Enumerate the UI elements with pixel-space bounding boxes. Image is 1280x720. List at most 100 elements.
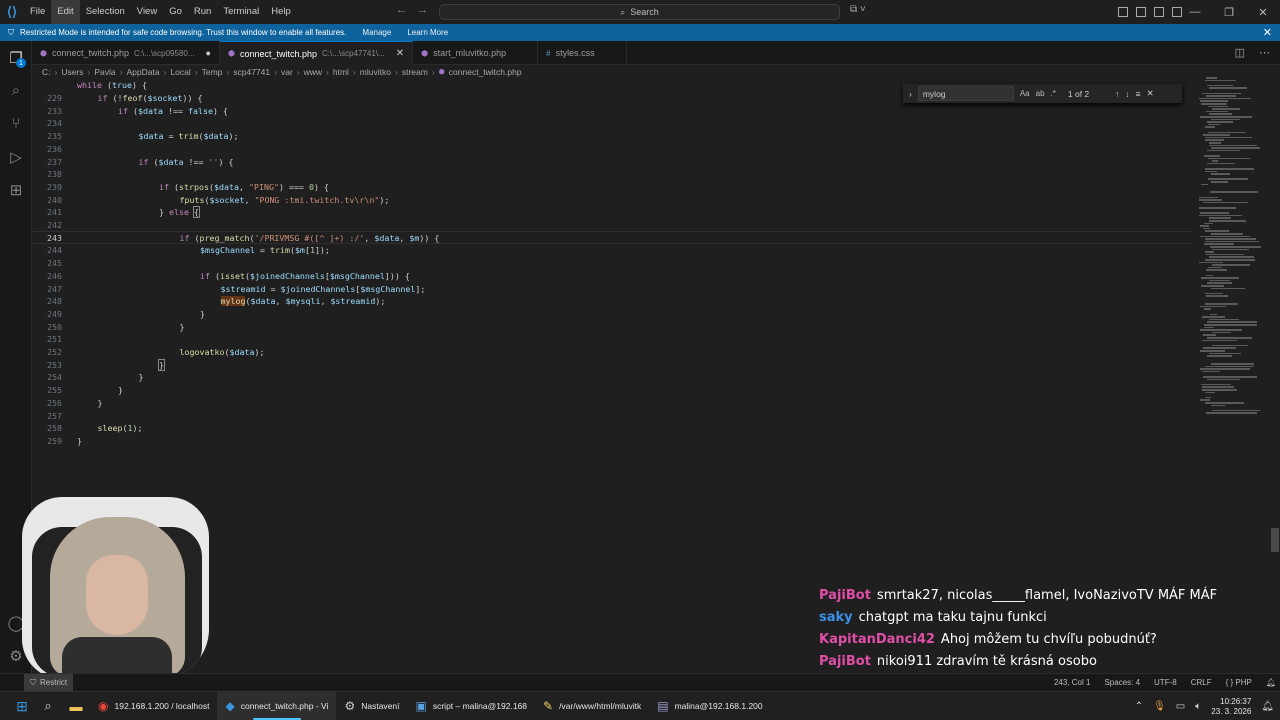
maximize-icon[interactable]: ❐ [1212, 0, 1246, 24]
code-editor[interactable]: while (true) {229 if (!feof($socket)) {23… [32, 79, 1192, 499]
search-view-icon[interactable]: ⌕ [0, 74, 32, 107]
taskbar-search-icon[interactable]: ⌕ [34, 692, 62, 720]
breadcrumb-item[interactable]: Local [170, 67, 190, 77]
split-editor-icon[interactable]: ◫ [1235, 46, 1245, 59]
code-line[interactable]: 244 $msgChannel = trim($m[1]); [32, 244, 1192, 257]
code-line[interactable]: 249} [32, 308, 1192, 321]
previous-match-icon[interactable]: ↑ [1115, 89, 1119, 99]
copilot-icon[interactable]: ⧉ ˅ [850, 4, 880, 20]
regex-toggle[interactable]: .* [1051, 89, 1056, 98]
toggle-sidebar-icon[interactable] [1136, 7, 1146, 17]
menu-edit[interactable]: Edit [51, 0, 80, 24]
breadcrumb-item[interactable]: Temp [202, 67, 223, 77]
breadcrumb-item[interactable]: AppData [127, 67, 160, 77]
minimap[interactable] [1195, 77, 1270, 422]
menu-file[interactable]: File [24, 0, 51, 24]
file-explorer-icon[interactable]: ▬ [62, 692, 90, 720]
code-line[interactable]: 246 if (isset($joinedChannels[$msgChannel… [32, 270, 1192, 283]
toggle-panel-icon[interactable] [1154, 7, 1164, 17]
match-case-toggle[interactable]: Aa [1020, 89, 1030, 98]
code-line[interactable]: 241} else { [32, 206, 1192, 219]
indentation[interactable]: Spaces: 4 [1104, 678, 1140, 687]
code-line[interactable]: 251 [32, 333, 1192, 346]
taskbar-app[interactable]: ⚙ Nastavení [336, 692, 407, 720]
explorer-icon[interactable]: ❐ 1 [0, 41, 32, 74]
forward-arrow-icon[interactable]: → [417, 4, 428, 16]
tray-chevron-icon[interactable]: ⌃ [1135, 701, 1143, 712]
code-line[interactable]: 255} [32, 384, 1192, 397]
code-line[interactable]: 248 mylog($data, $mysqli, $streamid); [32, 295, 1192, 308]
cursor-position[interactable]: 243, Col 1 [1054, 678, 1090, 687]
volume-icon[interactable]: 🔈︎ [1195, 701, 1201, 712]
run-debug-icon[interactable]: ▷ [0, 140, 32, 173]
code-line[interactable]: 256} [32, 397, 1192, 410]
code-line[interactable]: 259} [32, 435, 1192, 448]
menu-help[interactable]: Help [265, 0, 297, 24]
breadcrumb-item[interactable]: mluvitko [360, 67, 391, 77]
notifications-bell-icon[interactable]: 🔔︎ [1266, 678, 1276, 687]
code-line[interactable]: 253} [32, 358, 1192, 371]
extensions-icon[interactable]: ⊞ [0, 173, 32, 206]
breadcrumb-item[interactable]: scp47741 [233, 67, 270, 77]
taskbar-app[interactable]: ◉ 192.168.1.200 / localhost [90, 692, 217, 720]
breadcrumb-item[interactable]: html [333, 67, 349, 77]
source-control-icon[interactable]: ⑂ [0, 107, 32, 140]
taskbar-app[interactable]: ▤ malina@192.168.1.200 [649, 692, 770, 720]
find-in-selection-icon[interactable]: ≡ [1136, 89, 1141, 99]
code-line[interactable]: 247 $streamid = $joinedChannels[$msgChann… [32, 282, 1192, 295]
more-actions-icon[interactable]: ⋯ [1259, 46, 1270, 59]
code-line[interactable]: 252 logovatko($data); [32, 346, 1192, 359]
breadcrumb-item[interactable]: C: [42, 67, 51, 77]
code-line[interactable]: 234 [32, 117, 1192, 130]
encoding[interactable]: UTF-8 [1154, 678, 1177, 687]
code-line[interactable]: 238 [32, 168, 1192, 181]
code-line[interactable]: 235 $data = trim($data); [32, 130, 1192, 143]
code-line[interactable]: 236 [32, 143, 1192, 156]
close-window-icon[interactable]: ✕ [1246, 0, 1280, 24]
vertical-scrollbar[interactable] [1271, 528, 1279, 552]
customize-layout-icon[interactable] [1118, 7, 1128, 17]
learn-more-link[interactable]: Learn More [407, 28, 448, 37]
status-restricted-mode[interactable]: ⛉ Restrict [24, 674, 74, 691]
close-tab-icon[interactable]: ✕ [396, 48, 404, 59]
code-line[interactable]: 233 if ($data !== false) { [32, 104, 1192, 117]
tab-connect-twitch-1[interactable]: ⬢ connect_twitch.php C:\...\scp09580... … [32, 41, 220, 65]
taskbar-app[interactable]: ✎ /var/www/html/mluvitk [535, 692, 649, 720]
tab-styles-css[interactable]: # styles.css [538, 41, 627, 65]
breadcrumb-item[interactable]: stream [402, 67, 428, 77]
code-line[interactable]: 257 [32, 409, 1192, 422]
close-banner-icon[interactable]: ✕ [1263, 26, 1272, 39]
menu-go[interactable]: Go [163, 0, 188, 24]
taskbar-app[interactable]: ▣ script – malina@192.168 [408, 692, 536, 720]
code-line[interactable]: 245 [32, 257, 1192, 270]
code-line[interactable]: 250} [32, 320, 1192, 333]
tab-start-mluvitko[interactable]: ⬢ start_mluvitko.php [413, 41, 539, 65]
menu-view[interactable]: View [131, 0, 163, 24]
taskbar-app[interactable]: ◆ connect_twitch.php - Vi [217, 691, 337, 720]
breadcrumb-item[interactable]: Users [61, 67, 83, 77]
code-line[interactable]: 258 sleep(1); [32, 422, 1192, 435]
back-arrow-icon[interactable]: ← [396, 4, 407, 16]
code-line[interactable]: 240 fputs($socket, "PONG :tmi.twitch.tv\r… [32, 193, 1192, 206]
menu-terminal[interactable]: Terminal [217, 0, 265, 24]
breadcrumb-item[interactable]: var [281, 67, 293, 77]
menu-run[interactable]: Run [188, 0, 217, 24]
menu-selection[interactable]: Selection [80, 0, 131, 24]
manage-link[interactable]: Manage [362, 28, 391, 37]
next-match-icon[interactable]: ↓ [1125, 89, 1129, 99]
match-word-toggle[interactable]: ab [1036, 89, 1045, 98]
minimize-icon[interactable]: — [1178, 0, 1212, 24]
clock[interactable]: 10:26:37 23. 3. 2026 [1211, 697, 1251, 717]
unsaved-dot-icon[interactable]: ● [206, 48, 211, 58]
code-line[interactable]: 239 if (strpos($data, "PING") === 0) { [32, 181, 1192, 194]
breadcrumb-item[interactable]: Pavla [94, 67, 115, 77]
microphone-icon[interactable]: 🎙︎ [1153, 701, 1166, 712]
find-input[interactable]: mylog [917, 86, 1014, 101]
breadcrumb-item[interactable]: www [304, 67, 322, 77]
breadcrumb-item[interactable]: connect_twitch.php [449, 67, 522, 77]
end-of-line[interactable]: CRLF [1191, 678, 1212, 687]
tab-connect-twitch-2[interactable]: ⬢ connect_twitch.php C:\...\scp47741\...… [219, 41, 414, 65]
code-line[interactable]: 254} [32, 371, 1192, 384]
command-center-search[interactable]: ⌕ Search [439, 4, 840, 20]
windows-start-icon[interactable]: ⊞ [10, 692, 34, 720]
